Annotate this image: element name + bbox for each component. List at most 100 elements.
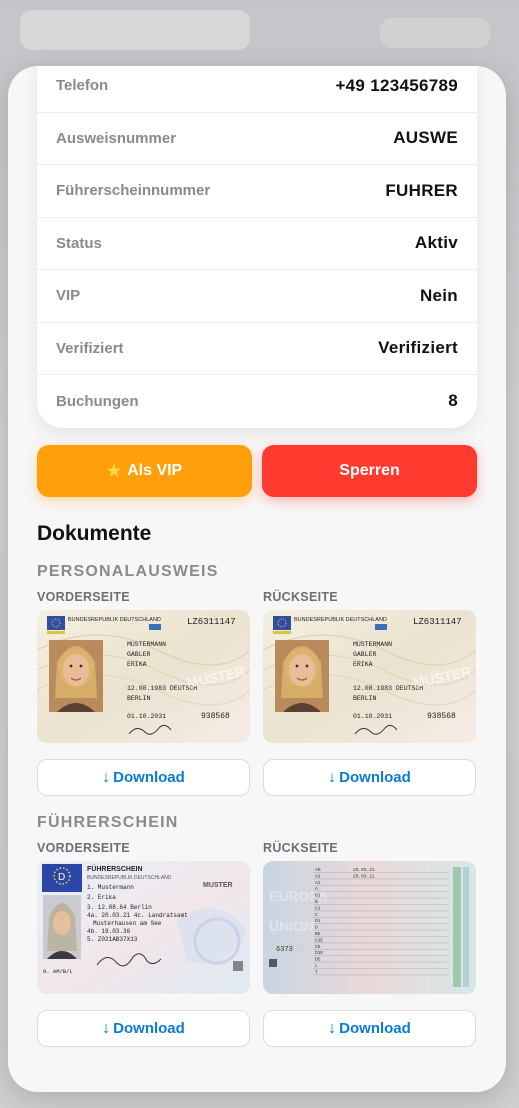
license-category-label: A1 <box>315 873 321 879</box>
info-label: Buchungen <box>56 392 139 410</box>
make-vip-label: Als VIP <box>127 462 183 479</box>
lock-user-label: Sperren <box>339 462 400 479</box>
id-expiry-text: 01.10.2031 <box>353 713 392 720</box>
info-row-verifiziert: Verifiziert Verifiziert <box>37 323 477 375</box>
id-birthname-text: GABLER <box>127 651 151 658</box>
license-category-label: C <box>315 912 318 918</box>
info-row-buchungen: Buchungen 8 <box>37 375 477 428</box>
id-number-text: LZ6311147 <box>187 617 236 627</box>
license-category-label: D1 <box>315 918 321 924</box>
license-line-number: 5. Z021AB37X13 <box>87 936 138 943</box>
info-value: Verifiziert <box>378 338 458 358</box>
license-category-label: L <box>315 963 318 969</box>
license-category-label: DE <box>315 957 321 963</box>
user-info-card: Telefon +49 123456789 Ausweisnummer AUSW… <box>37 66 477 428</box>
license-back-image[interactable]: EUROPA UNION AM 20.03.21 A1 20.03.21 A2 A B1 B C… <box>263 861 476 994</box>
download-license-back-button[interactable]: ↓ Download <box>263 1010 476 1047</box>
id-given-name-text: ERIKA <box>353 661 373 668</box>
license-line-given: 2. Erika <box>87 894 116 901</box>
id-expiry-text: 01.10.2031 <box>127 713 166 720</box>
license-category-date: 20.03.21 <box>353 873 375 879</box>
license-muster-stamp: MUSTER <box>203 882 233 889</box>
license-back-code: 6373 <box>276 946 293 954</box>
background-blur-shape <box>20 10 250 50</box>
license-front-image[interactable]: D FÜHRERSCHEIN BUNDESREPUBLIK DEUTSCHLAN… <box>37 861 250 994</box>
license-category-label: CE <box>315 944 321 950</box>
license-country-text: BUNDESREPUBLIK DEUTSCHLAND <box>87 875 172 881</box>
license-category-label: BE <box>315 931 321 937</box>
info-row-status: Status Aktiv <box>37 218 477 270</box>
id-number-text: LZ6311147 <box>413 617 462 627</box>
info-value: +49 123456789 <box>335 75 458 95</box>
license-category-date: 20.03.21 <box>353 867 375 873</box>
info-row-fuehrerscheinnummer: Führerscheinnummer FUHRER <box>37 165 477 218</box>
info-label: VIP <box>56 287 81 305</box>
license-category-label: B <box>315 899 318 905</box>
id-birthname-text: GABLER <box>353 651 377 658</box>
make-vip-button[interactable]: ★ Als VIP <box>37 445 252 497</box>
id-surname-text: MUSTERMANN <box>127 641 166 648</box>
info-value: FUHRER <box>385 180 458 200</box>
license-back-label: RÜCKSEITE <box>263 841 338 855</box>
id-header-text: BUNDESREPUBLIK DEUTSCHLAND <box>68 617 161 623</box>
info-row-ausweisnummer: Ausweisnummer AUSWE <box>37 113 477 165</box>
info-value: 8 <box>448 391 458 411</box>
license-category-label: B1 <box>315 893 321 899</box>
user-detail-sheet: Telefon +49 123456789 Ausweisnummer AUSW… <box>8 66 506 1092</box>
info-value: Aktiv <box>414 233 458 253</box>
info-value: Nein <box>419 285 458 305</box>
info-label: Ausweisnummer <box>56 129 177 147</box>
license-line-expiry: 4b. 19.03.36 <box>87 928 131 935</box>
background-blur-shape <box>380 18 490 48</box>
id-front-label: VORDERSEITE <box>37 590 130 604</box>
download-label: Download <box>339 769 411 786</box>
license-classes-text: 9. AM/B/L <box>43 968 73 975</box>
license-watermark: UNION <box>269 918 314 934</box>
id-header-text: BUNDESREPUBLIK DEUTSCHLAND <box>294 617 387 623</box>
download-license-front-button[interactable]: ↓ Download <box>37 1010 250 1047</box>
info-value: AUSWE <box>393 128 458 148</box>
license-category-label: C1E <box>315 937 323 943</box>
download-id-back-button[interactable]: ↓ Download <box>263 759 476 796</box>
license-category-label: T <box>315 969 318 975</box>
id-back-image[interactable]: BUNDESREPUBLIK DEUTSCHLAND LZ6311147 MUS… <box>263 610 476 743</box>
lock-user-button[interactable]: Sperren <box>262 445 477 497</box>
info-label: Telefon <box>56 77 109 95</box>
download-label: Download <box>339 1020 411 1037</box>
down-arrow-icon: ↓ <box>102 1019 111 1037</box>
license-group-title: FÜHRERSCHEIN <box>37 814 179 831</box>
license-front-label: VORDERSEITE <box>37 841 130 855</box>
license-line-dob: 3. 12.08.64 Berlin <box>87 904 152 911</box>
license-line-surname: 1. Mustermann <box>87 884 134 891</box>
license-category-label: D1E <box>315 950 323 956</box>
id-can-text: 938568 <box>201 712 230 721</box>
license-category-label: A2 <box>315 880 321 886</box>
id-given-name-text: ERIKA <box>127 661 147 668</box>
download-id-front-button[interactable]: ↓ Download <box>37 759 250 796</box>
id-place-text: BERLIN <box>353 695 377 702</box>
download-label: Download <box>113 769 185 786</box>
id-surname-text: MUSTERMANN <box>353 641 392 648</box>
id-card-group-title: PERSONALAUSWEIS <box>37 563 219 580</box>
license-header-text: FÜHRERSCHEIN <box>87 864 143 873</box>
id-can-text: 938568 <box>427 712 456 721</box>
star-icon: ★ <box>106 463 122 480</box>
license-line-authority: Musterhausen am See <box>93 920 162 927</box>
info-label: Status <box>56 234 102 252</box>
info-label: Führerscheinnummer <box>56 182 211 200</box>
id-place-text: BERLIN <box>127 695 151 702</box>
download-label: Download <box>113 1020 185 1037</box>
down-arrow-icon: ↓ <box>328 768 337 786</box>
license-category-label: D <box>315 925 318 931</box>
license-country-code: D <box>58 872 65 883</box>
info-row-vip: VIP Nein <box>37 270 477 323</box>
id-front-image[interactable]: BUNDESREPUBLIK DEUTSCHLAND LZ6311147 MUS… <box>37 610 250 743</box>
license-category-label: C1 <box>315 905 321 911</box>
down-arrow-icon: ↓ <box>328 1019 337 1037</box>
down-arrow-icon: ↓ <box>102 768 111 786</box>
info-label: Verifiziert <box>56 339 124 357</box>
info-row-telefon: Telefon +49 123456789 <box>37 66 477 113</box>
license-category-label: AM <box>315 867 321 873</box>
id-back-label: RÜCKSEITE <box>263 590 338 604</box>
license-category-label: A <box>315 886 318 892</box>
